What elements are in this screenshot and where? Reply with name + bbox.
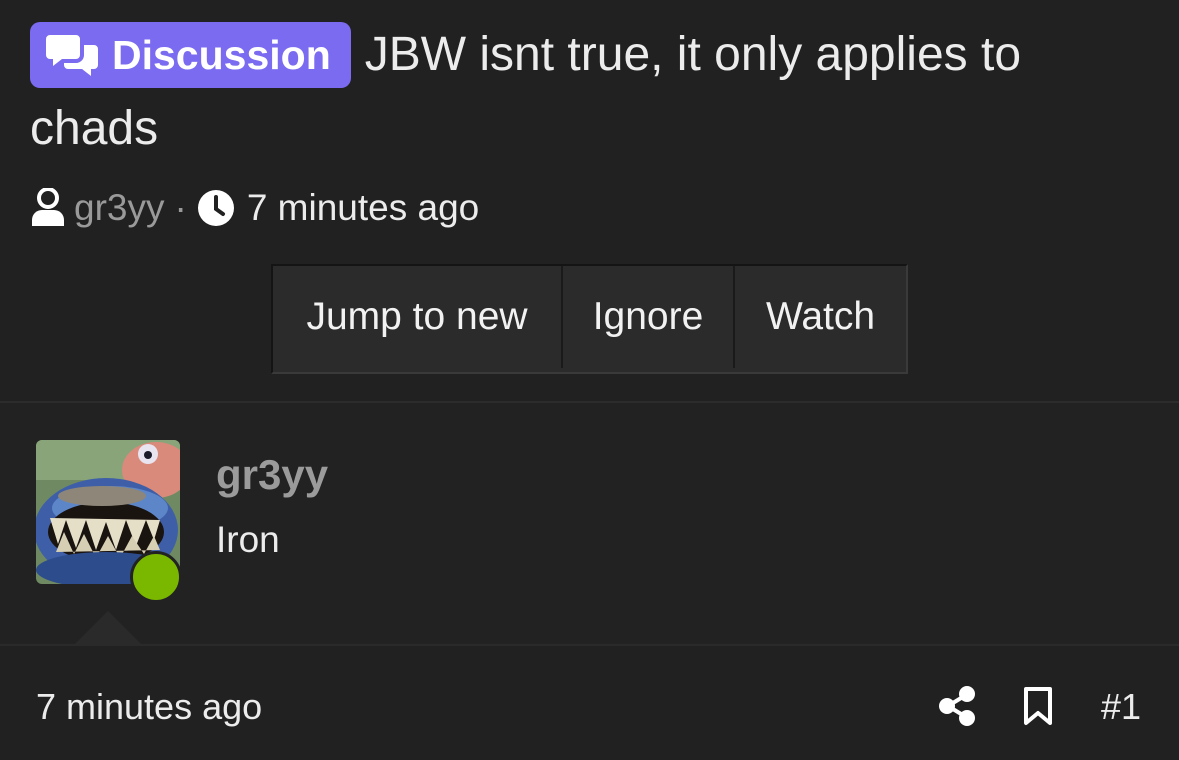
post-number-link[interactable]: #1 — [1101, 686, 1141, 728]
thread-title-block: Discussion JBW isnt true, it only applies… — [30, 18, 1155, 166]
prefix-label: Discussion — [112, 32, 331, 78]
post-author-link[interactable]: gr3yy — [216, 451, 328, 499]
share-icon[interactable] — [938, 686, 976, 726]
jump-to-new-button[interactable]: Jump to new — [273, 266, 563, 368]
discussion-prefix-badge[interactable]: Discussion — [30, 22, 351, 88]
ignore-button[interactable]: Ignore — [563, 266, 735, 368]
bookmark-icon[interactable] — [1022, 686, 1054, 726]
clock-icon — [197, 190, 234, 226]
post-item: gr3yy Iron — [0, 403, 1179, 643]
meta-separator: · — [174, 187, 187, 228]
thread-author-link[interactable]: gr3yy — [74, 187, 164, 229]
thread-actions: Jump to new Ignore Watch — [271, 264, 908, 374]
post-footer: 7 minutes ago #1 — [0, 644, 1179, 760]
post-body: Iron — [216, 519, 280, 560]
thread-meta: gr3yy · 7 minutes ago — [30, 186, 479, 230]
post-caret — [74, 611, 142, 645]
thread-time[interactable]: 7 minutes ago — [247, 187, 479, 229]
post-time[interactable]: 7 minutes ago — [36, 686, 262, 728]
comments-icon — [46, 35, 98, 76]
watch-button[interactable]: Watch — [735, 266, 906, 368]
thread-header: Discussion JBW isnt true, it only applies… — [0, 0, 1179, 402]
user-icon — [32, 188, 64, 226]
online-status-indicator — [130, 551, 182, 603]
